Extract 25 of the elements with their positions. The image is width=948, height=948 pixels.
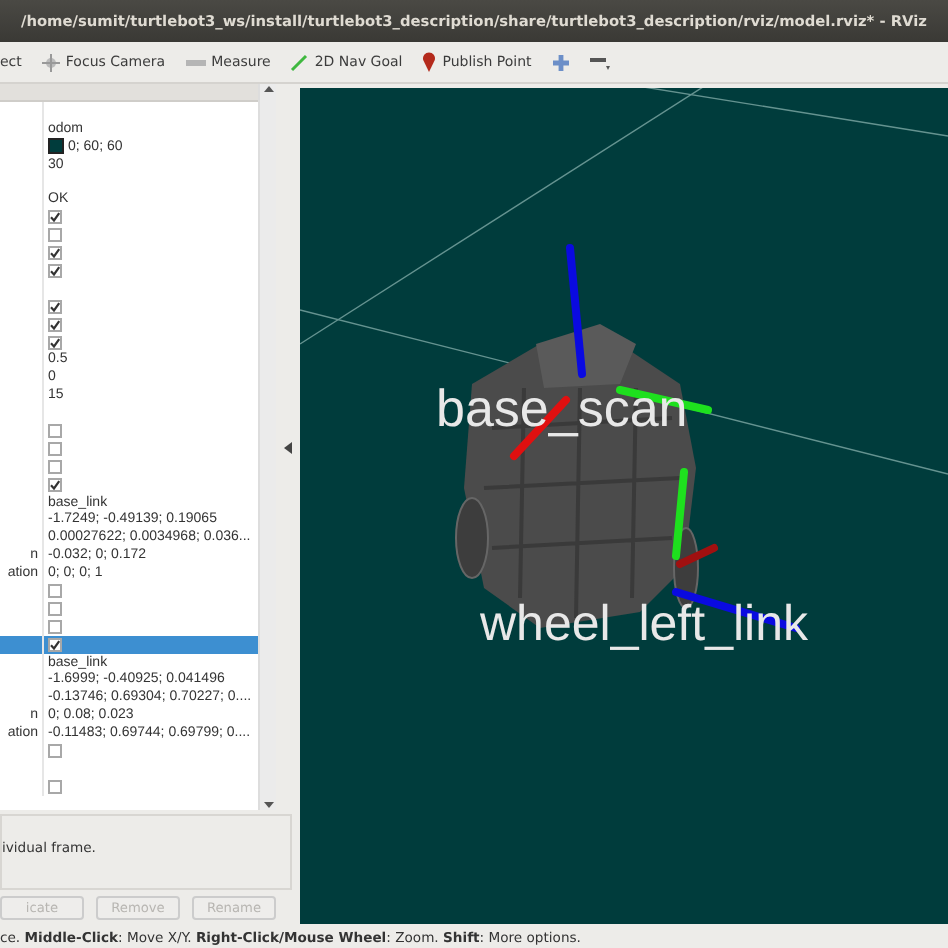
checkbox[interactable] xyxy=(48,619,62,634)
checkbox[interactable] xyxy=(48,601,62,616)
ruler-icon xyxy=(185,57,206,67)
checkbox[interactable] xyxy=(48,744,62,758)
map-pin-icon xyxy=(422,52,437,72)
checkbox[interactable] xyxy=(48,317,62,332)
checkbox[interactable] xyxy=(48,246,62,261)
collapse-icon[interactable] xyxy=(284,441,293,454)
plus-icon[interactable] xyxy=(551,53,570,71)
frame-label: wheel_left_link xyxy=(480,596,808,652)
checkbox[interactable] xyxy=(48,228,62,243)
checkbox[interactable] xyxy=(48,477,62,492)
checkbox[interactable] xyxy=(48,210,62,225)
scroll-bar[interactable] xyxy=(258,84,277,811)
checkbox[interactable] xyxy=(48,637,62,652)
checkbox[interactable] xyxy=(48,441,62,456)
checkbox[interactable] xyxy=(48,335,62,350)
checkbox[interactable] xyxy=(48,779,62,794)
checkbox[interactable] xyxy=(48,299,62,314)
minus-icon[interactable] xyxy=(589,54,610,70)
checkbox[interactable] xyxy=(48,459,62,474)
checkbox[interactable] xyxy=(48,583,62,598)
checkbox[interactable] xyxy=(48,263,62,278)
crosshair-icon xyxy=(41,53,60,71)
checkbox[interactable] xyxy=(48,423,62,438)
